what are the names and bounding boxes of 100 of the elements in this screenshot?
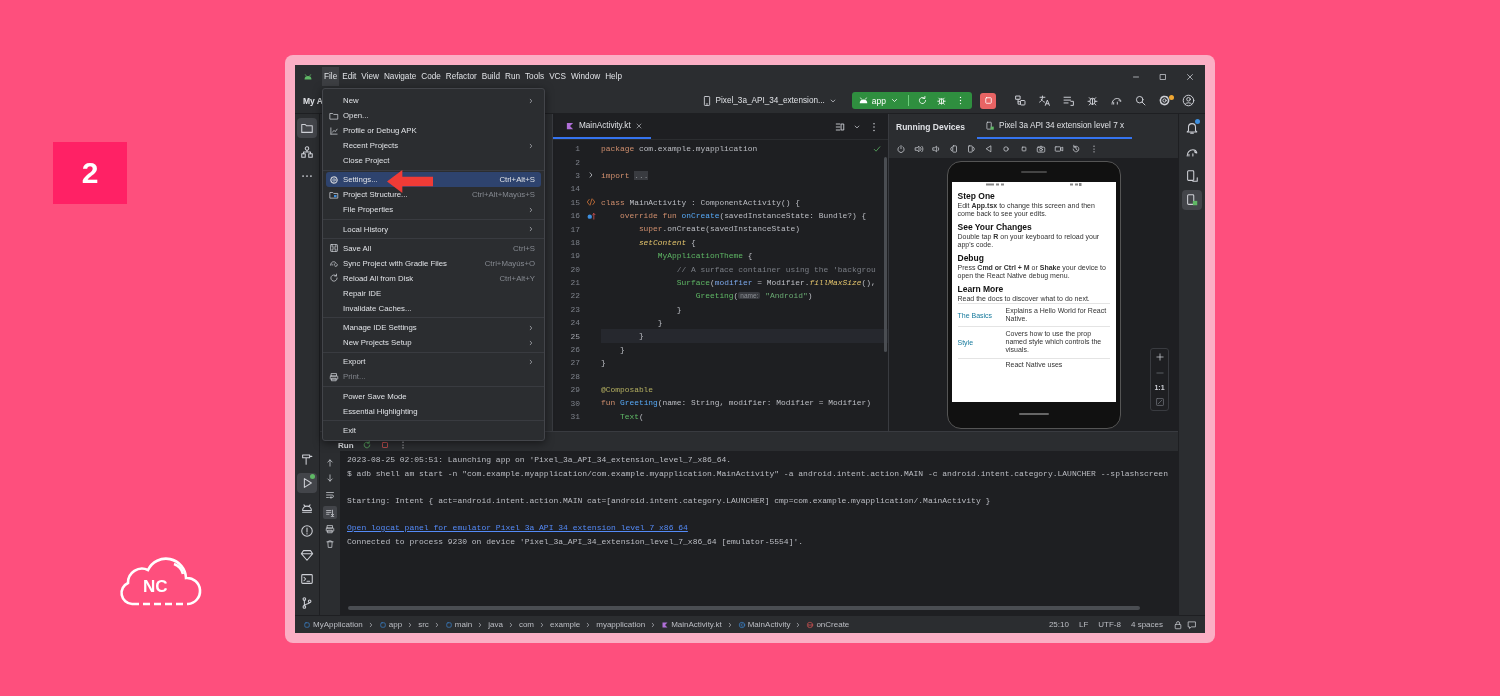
- scroll-to-end-button[interactable]: [323, 506, 337, 519]
- code-brackets-icon[interactable]: [585, 197, 596, 208]
- section-heading: Debug: [957, 253, 985, 263]
- status-item[interactable]: 25:10: [1048, 620, 1069, 629]
- search-icon[interactable]: [1133, 94, 1147, 107]
- menu-item[interactable]: File: [322, 67, 340, 86]
- module-icon: [444, 620, 453, 629]
- video-icon[interactable]: [1053, 143, 1064, 154]
- wrap-icon: [325, 489, 335, 500]
- logo-text: NC: [143, 578, 168, 596]
- breadcrumb[interactable]: com: [518, 620, 534, 629]
- menu-item[interactable]: VCS: [547, 67, 568, 86]
- breadcrumb[interactable]: MainActivity: [737, 620, 791, 629]
- fit-screen-icon[interactable]: [1154, 397, 1165, 407]
- translate-icon[interactable]: [1037, 94, 1051, 107]
- trash-icon[interactable]: [325, 539, 335, 549]
- up-arrow-icon[interactable]: [325, 458, 335, 468]
- inspector-icon[interactable]: [1013, 94, 1027, 107]
- reader-mode-icon[interactable]: [834, 120, 846, 133]
- account-icon[interactable]: [1181, 94, 1195, 107]
- folder-icon: [300, 121, 314, 135]
- run-configuration[interactable]: app: [857, 95, 900, 106]
- status-item[interactable]: LF: [1078, 620, 1089, 629]
- menu-item[interactable]: Build: [479, 67, 502, 86]
- settings-icon: [329, 174, 339, 185]
- menu-item[interactable]: View: [359, 67, 381, 86]
- module-icon: [378, 620, 387, 629]
- scroll-end-icon: [325, 507, 335, 518]
- volume-down-icon[interactable]: [931, 143, 941, 154]
- check-icon: [872, 144, 882, 154]
- close-icon[interactable]: [1185, 71, 1195, 82]
- zoom-in-icon[interactable]: [1154, 352, 1165, 362]
- rerun-icon[interactable]: [917, 95, 928, 106]
- editor-tab[interactable]: MainActivity.kt: [553, 114, 651, 139]
- down-arrow-icon[interactable]: [325, 473, 335, 483]
- print-icon[interactable]: [325, 524, 335, 534]
- list-icon[interactable]: [1061, 94, 1075, 107]
- power-icon[interactable]: [896, 143, 906, 154]
- menu-item[interactable]: Code: [419, 67, 443, 86]
- breadcrumb[interactable]: java: [488, 620, 503, 629]
- chat-icon[interactable]: [1187, 619, 1197, 630]
- git-icon: [300, 596, 314, 610]
- phone-icon: [984, 120, 995, 131]
- run-tab[interactable]: Run: [338, 441, 354, 450]
- stop-button[interactable]: [980, 92, 996, 109]
- bell-icon: [1185, 121, 1199, 135]
- override-icon[interactable]: [585, 210, 596, 221]
- breadcrumb[interactable]: MyApplication: [303, 620, 363, 629]
- maximize-icon[interactable]: [1158, 71, 1168, 82]
- logcat-link[interactable]: Open logcat panel for emulator Pixel 3a API 34 extension level 7 x86 64: [347, 522, 688, 532]
- history-icon[interactable]: [1071, 143, 1081, 154]
- module-icon: [303, 620, 311, 629]
- panel-title: Running Devices: [895, 121, 966, 132]
- back-icon[interactable]: [983, 143, 994, 154]
- breadcrumb[interactable]: app: [378, 620, 403, 629]
- camera-icon[interactable]: [1036, 143, 1046, 154]
- status-item[interactable]: UTF-8: [1098, 620, 1121, 629]
- section-heading: See Your Changes: [957, 222, 1033, 232]
- terminal-icon: [300, 572, 314, 586]
- run-button[interactable]: [297, 473, 317, 493]
- gem-icon: [300, 548, 314, 562]
- settings-icon[interactable]: [1157, 94, 1171, 107]
- menu-item[interactable]: Help: [603, 67, 624, 86]
- stop-icon[interactable]: [379, 440, 390, 450]
- breadcrumb[interactable]: myapplication: [596, 620, 646, 629]
- menu-item[interactable]: Window: [569, 67, 603, 86]
- menu-item[interactable]: Navigate: [381, 67, 419, 86]
- rotate-right-icon[interactable]: [966, 143, 976, 154]
- kotlin-file-icon: [565, 120, 575, 131]
- method-icon: [806, 620, 815, 629]
- menu-item[interactable]: Refactor: [443, 67, 479, 86]
- breadcrumb[interactable]: MainActivity.kt: [661, 620, 722, 629]
- alert-icon: [300, 524, 314, 538]
- volume-up-icon[interactable]: [913, 143, 924, 154]
- folder-icon: [329, 110, 339, 121]
- menu-item[interactable]: Tools: [523, 67, 547, 86]
- device-selector[interactable]: Pixel_3a_API_34_extension...: [700, 94, 838, 107]
- rundev-button[interactable]: [1182, 190, 1202, 210]
- menu-item[interactable]: Run: [503, 67, 523, 86]
- reload-icon: [329, 273, 339, 284]
- elephant-icon: [329, 258, 339, 269]
- folder-button[interactable]: [297, 118, 317, 138]
- rotate-left-icon[interactable]: [948, 143, 959, 154]
- lock-icon[interactable]: [1173, 619, 1183, 630]
- class-icon: [737, 620, 746, 629]
- breadcrumb[interactable]: onCreate: [806, 620, 850, 629]
- overview-icon[interactable]: [1018, 143, 1029, 154]
- breadcrumb[interactable]: src: [418, 620, 429, 629]
- scrollbar[interactable]: [348, 606, 1140, 610]
- bug-icon[interactable]: [1085, 94, 1099, 107]
- menu-item[interactable]: Edit: [340, 67, 359, 86]
- chevron-icon: [538, 620, 546, 629]
- breadcrumb[interactable]: main: [444, 620, 473, 629]
- android-icon: [857, 95, 869, 106]
- folder-icon: [329, 189, 339, 200]
- home-icon[interactable]: [1001, 143, 1011, 154]
- stop-icon: [982, 95, 994, 106]
- breadcrumb[interactable]: example: [550, 620, 581, 629]
- rerun-icon[interactable]: [361, 440, 372, 450]
- status-item[interactable]: 4 spaces: [1130, 620, 1163, 629]
